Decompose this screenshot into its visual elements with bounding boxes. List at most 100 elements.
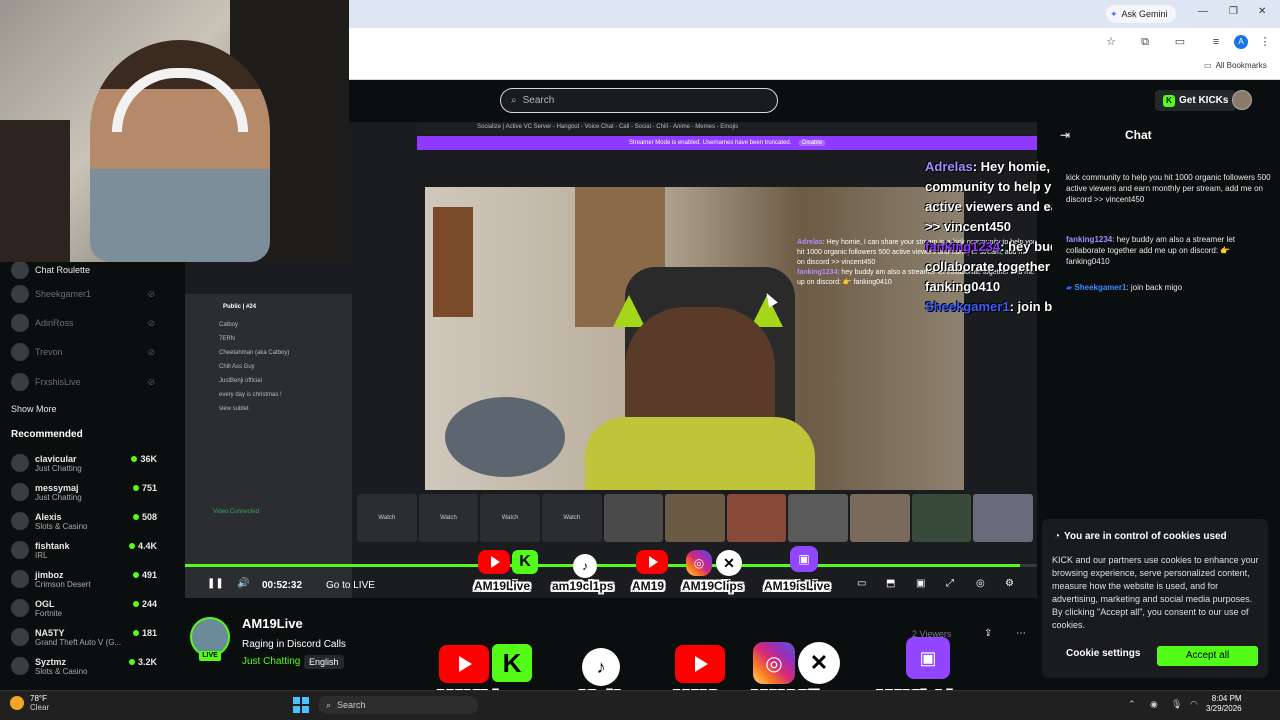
bookmarks-bar bbox=[349, 55, 1280, 80]
wifi-icon[interactable]: ◠ bbox=[1190, 699, 1198, 710]
accept-all-button[interactable]: Accept all bbox=[1157, 646, 1258, 666]
channel-category: Crimson Desert bbox=[35, 579, 91, 589]
pause-icon[interactable]: ❚❚ bbox=[207, 578, 224, 589]
followed-channel[interactable]: Chat Roulette bbox=[11, 259, 161, 281]
stream-category-link[interactable]: Just Chatting bbox=[242, 656, 300, 667]
viewer-count-value: 4.4K bbox=[137, 541, 157, 551]
settings-gear-icon[interactable]: ⚙ bbox=[1005, 578, 1014, 589]
recommended-channel[interactable]: messymaj Just Chatting 751 bbox=[11, 479, 161, 505]
extensions-icon[interactable]: ⧉ bbox=[1139, 36, 1151, 48]
site-search-input[interactable]: ⌕ Search bbox=[500, 88, 778, 113]
browser-profile-avatar[interactable]: A bbox=[1234, 35, 1248, 49]
viewer-count: 36K bbox=[131, 454, 157, 464]
viewer-count: 244 bbox=[132, 599, 157, 609]
weather-temp: 78°F bbox=[30, 694, 47, 703]
followed-channel[interactable]: FrxshisLive ⊘ bbox=[11, 371, 161, 393]
video-tile bbox=[850, 494, 910, 542]
discord-channel-list: Public | #24 Catboy 7ERN Cheetahman (aka C… bbox=[185, 294, 352, 598]
channel-info: Alexis Slots & Casino bbox=[35, 512, 87, 531]
channel-name: clavicular bbox=[35, 453, 77, 464]
go-to-live-button[interactable]: Go to LIVE bbox=[326, 580, 375, 591]
channel-avatar bbox=[11, 657, 29, 675]
discord-voice-member: slew sublet bbox=[219, 406, 249, 412]
viewer-count: 491 bbox=[132, 570, 157, 580]
restore-icon[interactable]: ❐ bbox=[1229, 6, 1238, 17]
recommended-channel[interactable]: fishtank IRL 4.4K bbox=[11, 537, 161, 563]
recommended-channel[interactable]: clavicular Just Chatting 36K bbox=[11, 450, 161, 476]
windows-start-icon[interactable] bbox=[293, 697, 309, 713]
recommended-channel[interactable]: Syztmz Slots & Casino 3.2K bbox=[11, 653, 161, 679]
streamer-name[interactable]: AM19Live bbox=[242, 616, 303, 631]
cat-ear bbox=[613, 295, 645, 327]
taskbar-search[interactable]: ⌕ Search bbox=[318, 696, 478, 714]
close-window-icon[interactable]: ✕ bbox=[1258, 6, 1266, 17]
get-kicks-label: Get KICKs bbox=[1179, 95, 1229, 106]
network-icon[interactable]: ◉ bbox=[1150, 699, 1158, 710]
recommended-channel[interactable]: OGL Fortnite 244 bbox=[11, 595, 161, 621]
quality-icon[interactable]: ◎ bbox=[976, 578, 985, 589]
viewer-count: 4.4K bbox=[128, 541, 157, 551]
cookie-title: ◔ You are in control of cookies used bbox=[1054, 531, 1227, 542]
live-dot-icon bbox=[128, 543, 135, 549]
clock[interactable]: 8:04 PM 3/29/2026 bbox=[1206, 694, 1242, 714]
beanbag bbox=[445, 397, 565, 477]
viewer-count-value: 244 bbox=[141, 599, 157, 609]
media-controls-icon[interactable]: ≡ bbox=[1210, 36, 1222, 48]
chevron-up-icon[interactable]: ⌃ bbox=[1128, 699, 1136, 710]
microphone-icon[interactable]: 🎙 bbox=[1171, 699, 1182, 710]
clip-icon[interactable]: ⬒ bbox=[886, 578, 895, 589]
viewer-count: 751 bbox=[132, 483, 157, 493]
weather-widget[interactable]: 78°F Clear bbox=[10, 694, 49, 712]
show-more-button[interactable]: Show More bbox=[11, 404, 57, 414]
live-dot-icon bbox=[132, 601, 139, 607]
collapse-chat-icon[interactable]: ⇥ bbox=[1060, 128, 1070, 142]
discord-member-name: Cheetahman (aka Catboy) bbox=[219, 350, 290, 356]
instagram-icon: ◎ bbox=[686, 550, 712, 576]
watch-label: Watch bbox=[440, 515, 457, 521]
stream-language-tag[interactable]: English bbox=[304, 655, 344, 669]
theater-mode-icon[interactable]: ▭ bbox=[857, 578, 866, 589]
minimize-icon[interactable]: — bbox=[1198, 6, 1208, 17]
channel-avatar bbox=[11, 373, 29, 391]
cast-icon[interactable]: ▭ bbox=[1174, 36, 1186, 48]
search-icon: ⌕ bbox=[511, 95, 517, 106]
recommended-channel[interactable]: NA5TY Grand Theft Auto V (G... 181 bbox=[11, 624, 161, 650]
video-tile bbox=[911, 494, 972, 542]
x-icon: ✕ bbox=[716, 550, 742, 576]
share-icon[interactable]: ⇪ bbox=[984, 628, 992, 639]
recommended-channel[interactable]: jimboz Crimson Desert 491 bbox=[11, 566, 161, 592]
followed-channel[interactable]: Trevon ⊘ bbox=[11, 341, 161, 363]
live-dot-icon bbox=[132, 485, 139, 491]
followed-channel[interactable]: Sheekgamer1 ⊘ bbox=[11, 283, 161, 305]
tiktok-icon: ♪ bbox=[582, 648, 620, 686]
cookie-title-text: You are in control of cookies used bbox=[1064, 531, 1227, 542]
pip-icon[interactable]: ▣ bbox=[916, 578, 925, 589]
screen: ✦ Ask Gemini — ❐ ✕ ☆ ⧉ ▭ ≡ A ⋮ ▭ All Boo… bbox=[0, 0, 1280, 720]
channel-category: Fortnite bbox=[35, 608, 63, 618]
bookmark-star-icon[interactable]: ☆ bbox=[1105, 36, 1117, 48]
recommended-heading: Recommended bbox=[11, 429, 83, 440]
search-icon: ⌕ bbox=[326, 699, 332, 710]
video-tile bbox=[665, 494, 725, 542]
ask-gemini-button[interactable]: ✦ Ask Gemini bbox=[1106, 5, 1176, 23]
more-options-icon[interactable]: ⋯ bbox=[1016, 628, 1026, 639]
twitch-label-small: AM19isLive bbox=[764, 579, 831, 593]
channel-name: Sheekgamer1 bbox=[35, 289, 92, 299]
get-kicks-button[interactable]: K Get KICKs bbox=[1155, 90, 1237, 111]
recommended-channel[interactable]: Alexis Slots & Casino 508 bbox=[11, 508, 161, 534]
watch-label: Watch bbox=[378, 515, 396, 521]
fullscreen-icon[interactable]: ⤢ bbox=[946, 578, 954, 589]
chrome-menu-icon[interactable]: ⋮ bbox=[1259, 36, 1271, 48]
cookie-icon: ◔ bbox=[1054, 531, 1061, 542]
channel-category: IRL bbox=[35, 550, 48, 560]
followed-channel[interactable]: AdinRoss ⊘ bbox=[11, 312, 161, 334]
clock-time: 8:04 PM bbox=[1211, 694, 1242, 703]
user-avatar[interactable] bbox=[1232, 90, 1252, 110]
offline-icon: ⊘ bbox=[147, 288, 155, 299]
volume-icon[interactable]: 🔊 bbox=[237, 578, 249, 589]
channel-info: jimboz Crimson Desert bbox=[35, 570, 91, 589]
all-bookmarks-button[interactable]: ▭ All Bookmarks bbox=[1204, 61, 1267, 70]
channel-category: Grand Theft Auto V (G... bbox=[35, 637, 122, 647]
wall-poster bbox=[433, 207, 473, 317]
cookie-settings-button[interactable]: Cookie settings bbox=[1066, 648, 1140, 659]
